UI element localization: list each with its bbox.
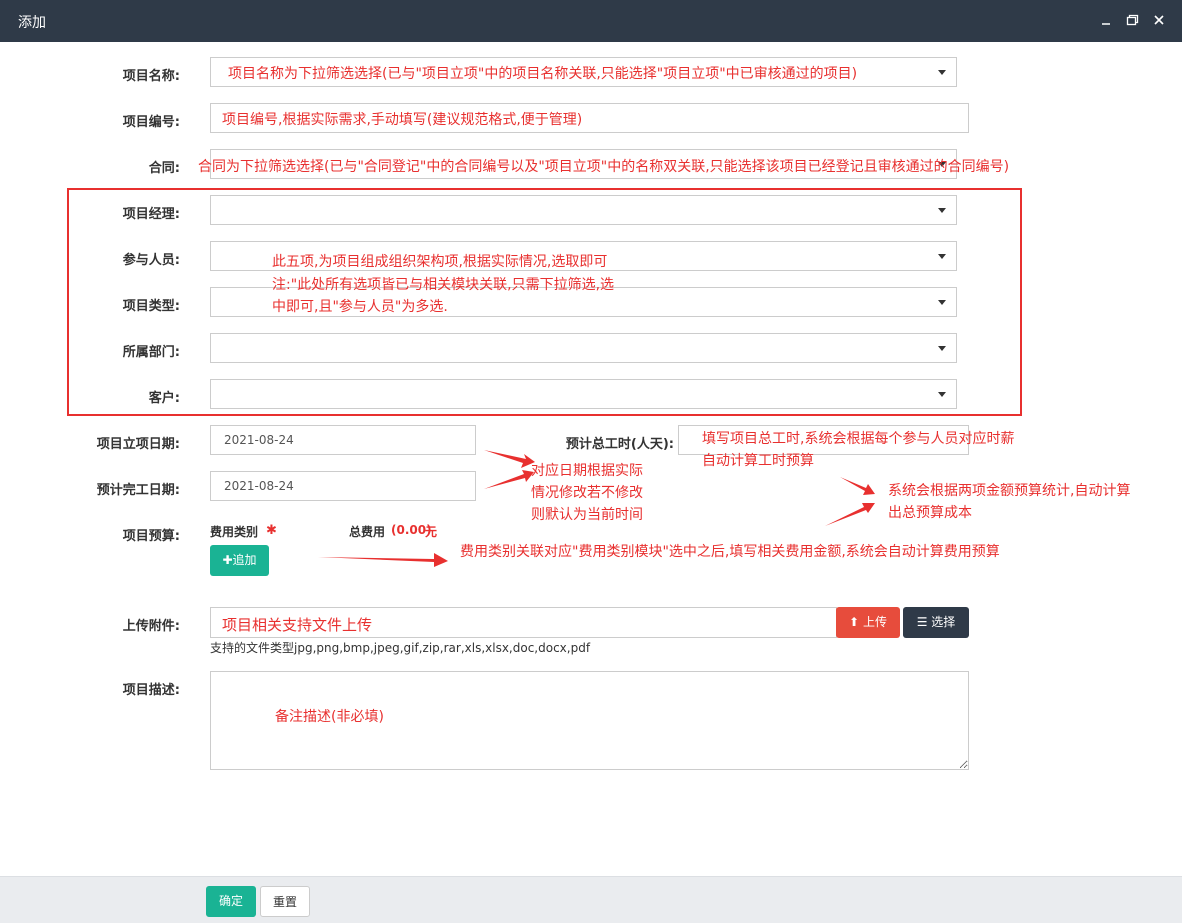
arrow-date-lower xyxy=(484,470,534,489)
confirm-button[interactable]: 确定 xyxy=(206,886,256,917)
arrow-date-upper xyxy=(484,450,535,468)
footer-bar xyxy=(0,876,1182,923)
reset-button[interactable]: 重置 xyxy=(260,886,310,917)
arrow-budget-lower xyxy=(825,503,875,526)
arrow-budget-upper xyxy=(840,477,875,495)
annotation-arrows xyxy=(318,450,875,567)
arrow-category xyxy=(318,553,448,567)
